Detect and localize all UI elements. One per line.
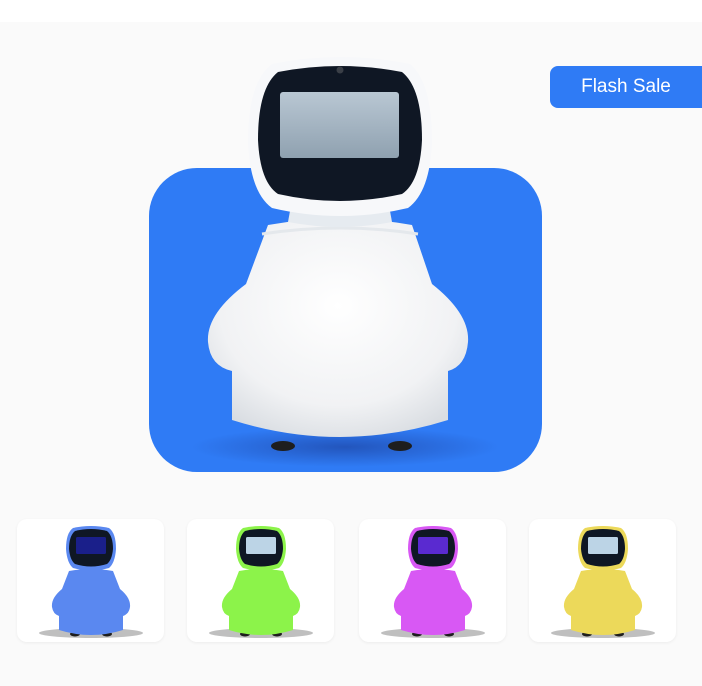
robot-purple-icon xyxy=(381,526,485,638)
product-gallery: Flash Sale xyxy=(0,22,702,686)
robot-blue-icon xyxy=(39,526,143,638)
main-product-image: Flash Sale xyxy=(0,22,702,522)
variant-thumbnail-blue[interactable] xyxy=(17,519,164,642)
robot-yellow-icon xyxy=(551,526,655,638)
variant-thumbnail-yellow[interactable] xyxy=(529,519,676,642)
variant-thumbnail-purple[interactable] xyxy=(359,519,506,642)
variant-thumbnails xyxy=(0,519,702,644)
robot-green-icon xyxy=(209,526,313,638)
variant-thumbnail-green[interactable] xyxy=(187,519,334,642)
flash-sale-badge[interactable]: Flash Sale xyxy=(550,66,702,108)
